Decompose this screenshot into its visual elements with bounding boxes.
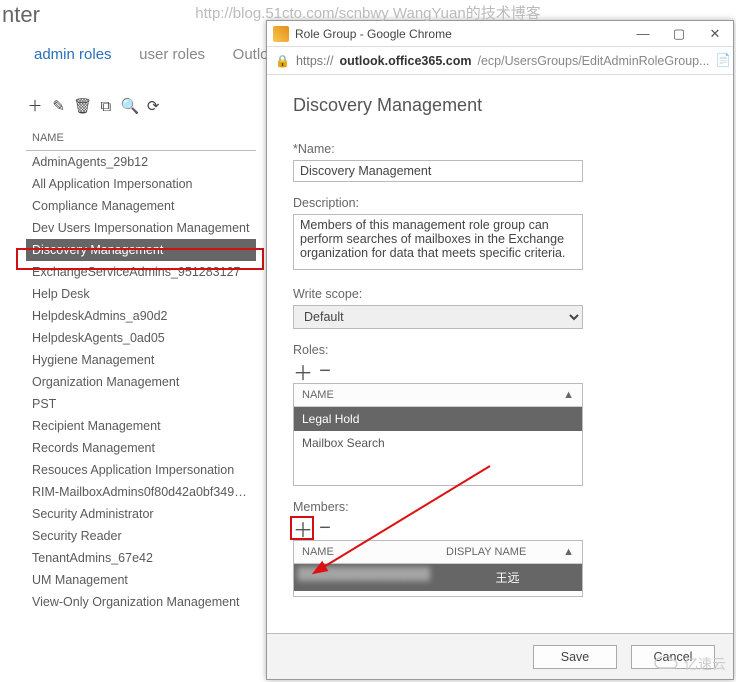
roles-add-icon[interactable]: ＋ [293,361,313,381]
popup-heading: Discovery Management [293,95,707,116]
role-group-item[interactable]: Resouces Application Impersonation [26,459,256,481]
url-path: /ecp/UsersGroups/EditAdminRoleGroup... [477,54,709,68]
popup-window-title: Role Group - Google Chrome [295,27,452,41]
members-table: NAME DISPLAY NAME ▲ 王远 [293,540,583,597]
role-group-item[interactable]: PST [26,393,256,415]
members-header-name: NAME [302,546,334,558]
sort-asc-icon[interactable]: ▲ [563,546,574,558]
list-column-header: NAME [26,126,256,151]
role-group-item[interactable]: Dev Users Impersonation Management [26,217,256,239]
role-group-item[interactable]: TenantAdmins_67e42 [26,547,256,569]
role-group-item[interactable]: Help Desk [26,283,256,305]
description-label: Description: [293,196,707,210]
role-group-item[interactable]: RIM-MailboxAdmins0f80d42a0bf34969876fb0e… [26,481,256,503]
roles-header: NAME [302,389,334,401]
maximize-icon[interactable]: ▢ [661,21,697,47]
popup-titlebar: Role Group - Google Chrome — ▢ ✕ [267,21,733,47]
page-info-icon[interactable]: 📄 [716,53,732,68]
member-display-name: 王远 [433,564,582,591]
description-textarea[interactable]: Members of this management role group ca… [293,214,583,270]
roles-table: NAME ▲ Legal HoldMailbox Search [293,383,583,486]
role-group-item[interactable]: Hygiene Management [26,349,256,371]
cancel-button[interactable]: Cancel [631,645,715,669]
role-group-item[interactable]: View-Only Organization Management [26,591,256,613]
save-button[interactable]: Save [533,645,617,669]
role-group-item[interactable]: Security Reader [26,525,256,547]
role-group-item[interactable]: Security Administrator [26,503,256,525]
members-header-display: DISPLAY NAME [446,546,526,558]
role-group-item[interactable]: Recipient Management [26,415,256,437]
tab-user-roles[interactable]: user roles [139,46,205,63]
search-icon[interactable]: 🔍 [121,97,139,115]
name-label: *Name: [293,142,707,156]
role-row[interactable]: Legal Hold [294,407,582,431]
roles-label: Roles: [293,343,707,357]
tab-admin-roles[interactable]: admin roles [34,46,112,63]
sort-asc-icon[interactable]: ▲ [563,389,574,401]
role-row[interactable]: Mailbox Search [294,431,582,455]
lock-icon: 🔒 [275,54,290,68]
role-group-item[interactable]: All Application Impersonation [26,173,256,195]
role-group-item[interactable]: ExchangeServiceAdmins_951283127 [26,261,256,283]
members-add-icon[interactable]: ＋ [293,518,313,538]
role-group-item[interactable]: HelpdeskAgents_0ad05 [26,327,256,349]
edit-icon[interactable]: ✎ [50,97,68,115]
members-remove-icon[interactable]: − [315,518,335,538]
roles-remove-icon[interactable]: − [315,361,335,381]
role-group-item[interactable]: Organization Management [26,371,256,393]
write-scope-label: Write scope: [293,287,707,301]
name-input[interactable] [293,160,583,182]
minimize-icon[interactable]: — [625,21,661,47]
add-icon[interactable]: ＋ [26,95,44,116]
role-group-item[interactable]: Records Management [26,437,256,459]
role-group-item[interactable]: AdminAgents_29b12 [26,151,256,173]
role-group-item[interactable]: HelpdeskAdmins_a90d2 [26,305,256,327]
url-host: outlook.office365.com [339,54,471,68]
members-label: Members: [293,500,707,514]
role-group-item[interactable]: Compliance Management [26,195,256,217]
popup-urlbar: 🔒 https:// outlook.office365.com/ecp/User… [267,47,733,75]
close-icon[interactable]: ✕ [697,21,733,47]
member-name-blurred [297,567,430,581]
popup-button-row: Save Cancel [267,633,733,679]
refresh-icon[interactable]: ⟳ [144,97,162,115]
members-row[interactable]: 王远 [294,564,582,591]
popup-window: Role Group - Google Chrome — ▢ ✕ 🔒 https… [266,20,734,680]
role-group-list: AdminAgents_29b12All Application Imperso… [26,151,256,613]
role-group-item[interactable]: UM Management [26,569,256,591]
delete-icon[interactable]: 🗑 [73,97,91,115]
popup-body: Discovery Management *Name: Description:… [267,75,733,633]
role-group-item[interactable]: Discovery Management [26,239,256,261]
copy-icon[interactable]: ⧉ [97,98,115,115]
url-prefix: https:// [296,54,334,68]
popup-favicon [273,26,289,42]
write-scope-select[interactable]: Default [293,305,583,329]
